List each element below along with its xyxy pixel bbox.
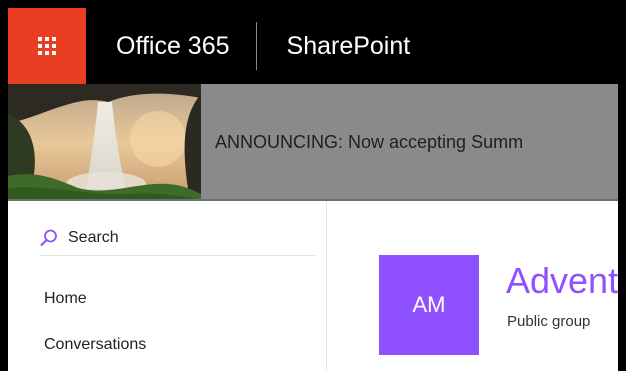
search-box[interactable]: Search: [40, 221, 315, 256]
banner-image: [8, 84, 201, 201]
search-placeholder: Search: [68, 229, 119, 246]
group-privacy-label: Public group: [507, 313, 591, 330]
group-avatar[interactable]: AM: [379, 255, 479, 355]
nav-item-home[interactable]: Home: [44, 290, 87, 308]
group-title[interactable]: Advent: [506, 263, 618, 299]
main-content: AM Advent Public group: [327, 201, 618, 371]
office365-link[interactable]: Office 365: [86, 8, 256, 84]
announcement-text[interactable]: ANNOUNCING: Now accepting Summ: [215, 84, 523, 201]
suite-bar: Office 365 SharePoint: [8, 8, 618, 84]
announcement-banner: ANNOUNCING: Now accepting Summ: [8, 84, 618, 201]
sharepoint-link[interactable]: SharePoint: [257, 8, 411, 84]
app-launcher-button[interactable]: [8, 8, 86, 84]
nav-item-conversations[interactable]: Conversations: [44, 336, 146, 354]
app-launcher-icon: [37, 36, 57, 56]
left-navigation: Search Home Conversations: [8, 201, 327, 371]
search-icon: [40, 229, 68, 247]
sharepoint-window: Office 365 SharePoint ANNOUNCING: Now ac…: [8, 8, 618, 371]
